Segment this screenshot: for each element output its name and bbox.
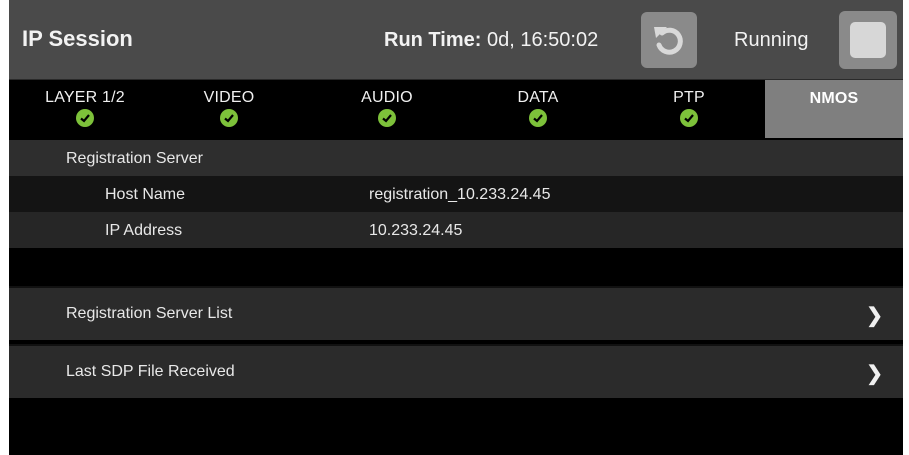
- tab-video[interactable]: VIDEO: [179, 80, 279, 138]
- tab-label: NMOS: [809, 90, 859, 107]
- tab-ptp[interactable]: PTP: [641, 80, 737, 138]
- tab-nmos[interactable]: NMOS: [765, 80, 903, 138]
- ip-session-panel: IP Session Run Time: 0d, 16:50:02 Runnin…: [9, 0, 903, 455]
- ip-address-value: 10.233.24.45: [369, 222, 463, 239]
- check-circle-icon: [680, 109, 698, 127]
- registration-server-list-label: Registration Server List: [66, 305, 233, 322]
- tab-label: LAYER 1/2: [45, 89, 125, 106]
- tab-audio[interactable]: AUDIO: [339, 80, 435, 138]
- check-circle-icon: [378, 109, 396, 127]
- check-circle-icon: [76, 109, 94, 127]
- ip-address-label: IP Address: [105, 222, 183, 239]
- ip-address-row: IP Address 10.233.24.45: [9, 212, 903, 248]
- tab-data[interactable]: DATA: [491, 80, 585, 138]
- host-name-value: registration_10.233.24.45: [369, 186, 551, 203]
- tab-layer-1-2[interactable]: LAYER 1/2: [29, 80, 141, 138]
- host-name-row: Host Name registration_10.233.24.45: [9, 176, 903, 212]
- run-status: Running: [734, 29, 809, 51]
- restart-icon: [654, 27, 683, 55]
- check-circle-icon: [220, 109, 238, 127]
- restart-button[interactable]: [641, 12, 697, 68]
- registration-server-list-row[interactable]: Registration Server List ❯: [9, 286, 903, 340]
- stop-button[interactable]: [839, 11, 897, 69]
- spacer: [9, 248, 903, 286]
- last-sdp-file-row[interactable]: Last SDP File Received ❯: [9, 344, 903, 398]
- run-time-value: 0d, 16:50:02: [486, 29, 599, 51]
- header-bar: IP Session Run Time: 0d, 16:50:02 Runnin…: [9, 0, 903, 80]
- run-time: Run Time: 0d, 16:50:02: [384, 29, 598, 52]
- run-time-label: Run Time:: [384, 29, 482, 51]
- tab-label: AUDIO: [361, 89, 413, 106]
- tab-label: PTP: [673, 89, 705, 106]
- tab-label: DATA: [517, 89, 559, 106]
- stop-icon: [850, 22, 886, 58]
- page-title: IP Session: [22, 26, 133, 51]
- chevron-right-icon: ❯: [866, 305, 883, 327]
- last-sdp-file-label: Last SDP File Received: [66, 363, 235, 380]
- section-title: Registration Server: [66, 150, 203, 167]
- tab-bar: LAYER 1/2 VIDEO AUDIO DATA PTP NMOS: [9, 80, 903, 138]
- registration-server-heading: Registration Server: [9, 140, 903, 176]
- chevron-right-icon: ❯: [866, 363, 883, 385]
- host-name-label: Host Name: [105, 186, 186, 203]
- check-circle-icon: [529, 109, 547, 127]
- tab-label: VIDEO: [203, 89, 255, 106]
